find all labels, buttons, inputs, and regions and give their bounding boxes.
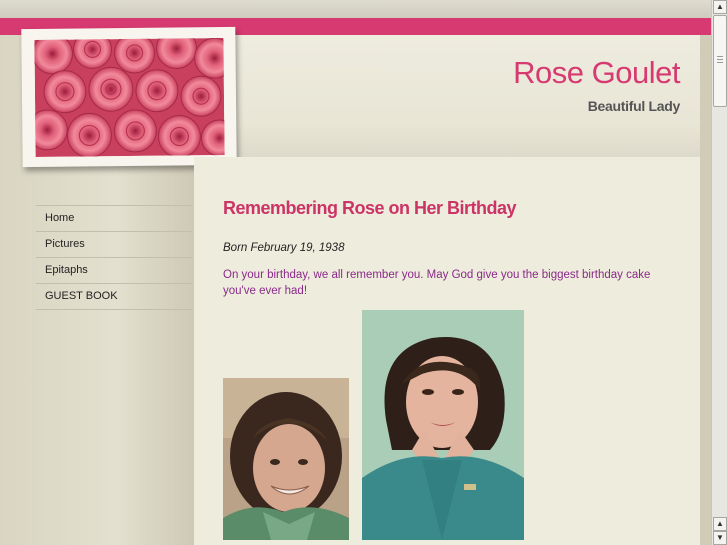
roses-photo: [21, 26, 237, 168]
vertical-scrollbar[interactable]: ▲ ▲ ▼: [711, 0, 727, 545]
scroll-thumb[interactable]: [713, 15, 727, 107]
grip-line: [717, 56, 723, 57]
nav-item-guest-book[interactable]: GUEST BOOK: [36, 284, 192, 310]
woman-photo: [362, 310, 524, 540]
site-header: Rose Goulet Beautiful Lady: [194, 35, 700, 157]
nav-item-home[interactable]: Home: [36, 206, 192, 232]
arrow-up-icon[interactable]: ▲: [713, 0, 727, 14]
header-band: [194, 123, 700, 157]
sidebar-nav: Home Pictures Epitaphs GUEST BOOK: [36, 205, 192, 310]
nav-item-pictures[interactable]: Pictures: [36, 232, 192, 258]
birth-date: Born February 19, 1938: [223, 242, 345, 254]
birthday-message: On your birthday, we all remember you. M…: [223, 269, 651, 297]
right-margin: [700, 35, 711, 545]
site-subtitle: Beautiful Lady: [587, 98, 681, 114]
nav-item-epitaphs[interactable]: Epitaphs: [36, 258, 192, 284]
roses-image: [34, 38, 225, 157]
grip-line: [717, 59, 723, 60]
child-photo: [223, 378, 349, 540]
arrow-up-icon[interactable]: ▲: [713, 517, 727, 531]
arrow-down-icon[interactable]: ▼: [713, 531, 727, 545]
top-bar: [0, 0, 711, 18]
site-title[interactable]: Rose Goulet: [513, 55, 680, 91]
page-title: Remembering Rose on Her Birthday: [223, 198, 517, 218]
grip-line: [717, 62, 723, 63]
